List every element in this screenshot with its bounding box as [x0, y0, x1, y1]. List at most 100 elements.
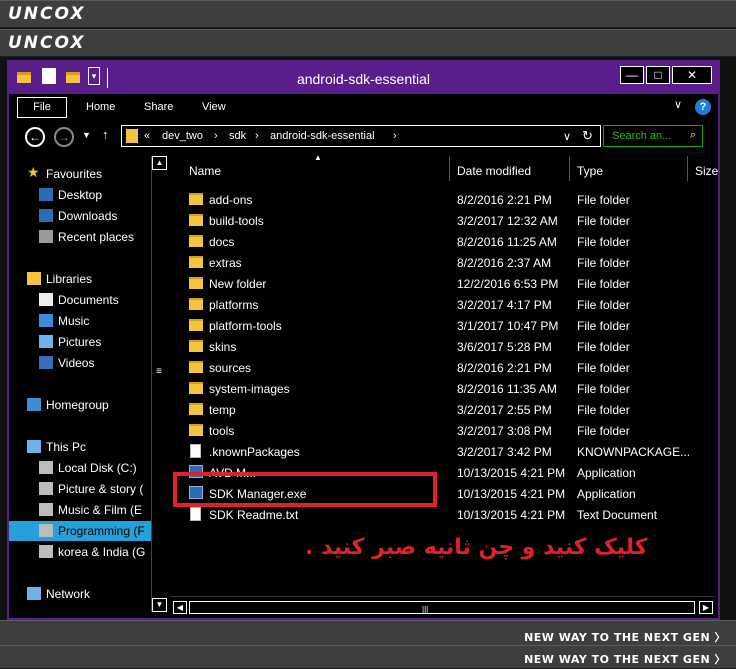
column-header-type[interactable]: Type: [577, 164, 603, 178]
file-name: skins: [209, 340, 237, 354]
nav-item-favourites[interactable]: ★ Favourites: [9, 164, 165, 184]
nav-item-homegroup[interactable]: Homegroup: [9, 395, 165, 415]
file-row[interactable]: system-images 8/2/2016 11:35 AM File folde…: [171, 378, 711, 399]
file-date: 8/2/2016 2:37 AM: [457, 256, 552, 270]
nav-item-label: Music & Film (E: [58, 503, 142, 517]
file-row[interactable]: temp 3/2/2017 2:55 PM File folder: [171, 399, 711, 420]
column-divider[interactable]: [449, 156, 450, 181]
network-icon: [27, 587, 41, 600]
nav-item-network[interactable]: Network: [9, 584, 165, 604]
expand-ribbon-icon[interactable]: ∨: [674, 98, 682, 111]
folder-icon: [189, 256, 203, 268]
file-row[interactable]: New folder 12/2/2016 6:53 PM File folder: [171, 273, 711, 294]
breadcrumb-sep[interactable]: ›: [255, 130, 259, 142]
nav-item-local-disk-c[interactable]: Local Disk (C:): [9, 458, 165, 478]
breadcrumb-sep[interactable]: ›: [214, 130, 218, 142]
column-header-size[interactable]: Size: [695, 164, 718, 178]
bottom-banner-2: NEW WAY TO THE NEXT GEN 〉: [0, 645, 736, 669]
nav-item-label: Recent places: [58, 230, 135, 244]
desktop-icon: [39, 188, 53, 201]
column-header-name[interactable]: Name: [189, 164, 221, 178]
column-divider[interactable]: [687, 156, 688, 181]
breadcrumb-dev-two[interactable]: dev_two: [162, 130, 203, 142]
file-date: 8/2/2016 11:25 AM: [457, 235, 557, 249]
breadcrumb-overflow[interactable]: «: [144, 130, 150, 142]
nav-item-pictures[interactable]: Pictures: [9, 332, 165, 352]
file-row[interactable]: SDK Readme.txt 10/13/2015 4:21 PM Text Doc…: [171, 504, 711, 525]
breadcrumb-sdk[interactable]: sdk: [229, 130, 246, 142]
scroll-grip-icon[interactable]: ≡: [155, 366, 163, 382]
tagline-2: NEW WAY TO THE NEXT GEN 〉: [524, 653, 726, 666]
file-date: 3/2/2017 4:17 PM: [457, 298, 552, 312]
address-bar[interactable]: « dev_two › sdk › android-sdk-essential …: [121, 125, 601, 147]
file-type: File folder: [577, 382, 630, 396]
breadcrumb-android-sdk-essential[interactable]: android-sdk-essential: [270, 130, 375, 142]
scroll-left-icon[interactable]: ◀: [173, 601, 187, 614]
tab-home[interactable]: Home: [86, 101, 115, 113]
file-row[interactable]: .knownPackages 3/2/2017 3:42 PM KNOWNPACKA…: [171, 441, 711, 462]
scroll-track[interactable]: |||: [189, 601, 695, 614]
maximize-button[interactable]: □: [646, 66, 670, 84]
file-row[interactable]: sources 8/2/2016 2:21 PM File folder: [171, 357, 711, 378]
nav-item-libraries[interactable]: Libraries: [9, 269, 165, 289]
forward-button[interactable]: →: [54, 127, 74, 147]
file-row[interactable]: extras 8/2/2016 2:37 AM File folder: [171, 252, 711, 273]
nav-item-downloads[interactable]: Downloads: [9, 206, 165, 226]
file-row[interactable]: platforms 3/2/2017 4:17 PM File folder: [171, 294, 711, 315]
file-date: 3/2/2017 3:08 PM: [457, 424, 552, 438]
breadcrumb-sep[interactable]: ›: [393, 130, 397, 142]
nav-scrollbar[interactable]: ▲ ≡ ▼: [151, 156, 167, 612]
search-placeholder: Search an...: [612, 130, 672, 142]
search-icon[interactable]: ⌕: [690, 129, 696, 142]
file-name: docs: [209, 235, 235, 249]
close-button[interactable]: ✕: [672, 66, 712, 84]
folder-icon: [189, 298, 203, 310]
folder-icon: [189, 214, 203, 226]
file-row[interactable]: skins 3/6/2017 5:28 PM File folder: [171, 336, 711, 357]
brand-logo: UNCOX: [8, 4, 86, 24]
bottom-banner: NEW WAY TO THE NEXT GEN 〉: [0, 620, 736, 648]
file-date: 8/2/2016 2:21 PM: [457, 193, 552, 207]
tab-share[interactable]: Share: [144, 101, 173, 113]
minimize-button[interactable]: —: [620, 66, 644, 84]
file-row[interactable]: platform-tools 3/1/2017 10:47 PM File fold…: [171, 315, 711, 336]
scroll-down-icon[interactable]: ▼: [152, 598, 167, 612]
file-row[interactable]: add-ons 8/2/2016 2:21 PM File folder: [171, 189, 711, 210]
up-arrow-icon[interactable]: ↑: [102, 127, 109, 142]
recent-locations-icon[interactable]: ▼: [82, 130, 91, 140]
nav-item-this-pc[interactable]: This Pc: [9, 437, 165, 457]
tab-view[interactable]: View: [202, 101, 226, 113]
scroll-up-icon[interactable]: ▲: [152, 156, 167, 170]
drive-icon: [39, 503, 53, 516]
file-row[interactable]: docs 8/2/2016 11:25 AM File folder: [171, 231, 711, 252]
file-type: Application: [577, 487, 636, 501]
back-button[interactable]: ←: [25, 127, 45, 147]
nav-item-documents[interactable]: Documents: [9, 290, 165, 310]
ribbon: File Home Share View ∨ ?: [9, 94, 718, 120]
column-divider[interactable]: [569, 156, 570, 181]
scroll-grip-icon[interactable]: |||: [422, 605, 428, 614]
nav-item-videos[interactable]: Videos: [9, 353, 165, 373]
nav-item-korea-india-g[interactable]: korea & India (G: [9, 542, 165, 562]
window-title: android-sdk-essential: [296, 71, 431, 87]
search-input[interactable]: Search an... ⌕: [603, 125, 703, 147]
help-icon[interactable]: ?: [695, 99, 711, 115]
nav-item-desktop[interactable]: Desktop: [9, 185, 165, 205]
nav-item-music[interactable]: Music: [9, 311, 165, 331]
refresh-icon[interactable]: ↻: [582, 128, 593, 144]
file-date: 3/2/2017 12:32 AM: [457, 214, 558, 228]
nav-item-picture-story[interactable]: Picture & story (: [9, 479, 165, 499]
nav-item-music-film-e[interactable]: Music & Film (E: [9, 500, 165, 520]
scroll-right-icon[interactable]: ▶: [699, 601, 713, 614]
nav-item-recent-places[interactable]: Recent places: [9, 227, 165, 247]
file-row[interactable]: tools 3/2/2017 3:08 PM File folder: [171, 420, 711, 441]
file-row[interactable]: build-tools 3/2/2017 12:32 AM File folder: [171, 210, 711, 231]
nav-item-programming-f[interactable]: Programming (F: [9, 521, 165, 541]
horizontal-scrollbar[interactable]: ◀ ||| ▶: [171, 596, 716, 616]
column-header-date[interactable]: Date modified: [457, 164, 531, 178]
file-name: tools: [209, 424, 235, 438]
file-date: 10/13/2015 4:21 PM: [457, 466, 566, 480]
tab-file[interactable]: File: [17, 97, 67, 118]
folder-icon: [189, 235, 203, 247]
address-dropdown-icon[interactable]: ∨: [563, 130, 571, 143]
